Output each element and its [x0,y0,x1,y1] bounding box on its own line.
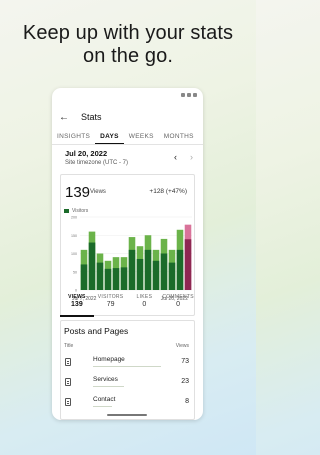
post-row-contact[interactable]: Contact 8 [61,395,194,413]
tab-months[interactable]: MONTHS [159,130,199,144]
chevron-right-icon[interactable]: › [190,152,193,162]
views-count: 139 [65,184,91,201]
views-chart[interactable]: 200 150 100 50 0 [61,215,196,297]
posts-and-pages-card: Posts and Pages Title Views Homepage 73 … [60,320,195,420]
y-tick-label: 100 [71,252,77,256]
visitors-bar [128,249,136,290]
tab-weeks[interactable]: WEEKS [124,130,159,144]
visitors-bar [152,260,160,290]
metric-active-underline [60,315,94,317]
visitors-bar [80,264,88,290]
metric-label: COMMENTS [162,294,194,300]
post-views: 23 [181,378,189,385]
visitors-bar [144,249,152,290]
tab-days[interactable]: DAYS [95,130,124,144]
page-icon [65,378,71,386]
y-tick-label: 50 [73,270,77,274]
visitors-bar [88,242,96,290]
metric-likes[interactable]: LIKES 0 [128,294,162,316]
legend-label: Visitors [72,208,89,214]
y-tick-label: 0 [75,289,77,293]
metric-views[interactable]: VIEWS 139 [60,294,94,316]
metric-value: 79 [106,301,115,308]
visitors-bar [184,239,192,290]
metric-tabs: VIEWS 139 VISITORS 79 LIKES 0 COMMENTS 0 [60,294,195,316]
date-row: Jul 20, 2022 Site timezone (UTC - 7) ‹ › [65,149,197,169]
visitors-bar [176,249,184,290]
y-tick-label: 150 [71,234,77,238]
back-arrow-icon[interactable]: ← [59,112,77,123]
visitors-bar [168,262,176,290]
wifi-icon [187,93,191,97]
column-header-title: Title [64,343,74,349]
views-change: +128 (+47%) [149,188,187,195]
post-views: 73 [181,358,189,365]
tab-insights[interactable]: INSIGHTS [52,130,95,144]
post-row-homepage[interactable]: Homepage 73 [61,355,194,373]
metric-comments[interactable]: COMMENTS 0 [161,294,195,316]
metric-value: 0 [176,301,181,308]
home-indicator [107,414,147,416]
period-tabs: INSIGHTS DAYS WEEKS MONTHS [52,130,203,144]
selected-date: Jul 20, 2022 [65,149,108,158]
visitors-bar [104,268,112,290]
visitors-bar [112,268,120,290]
headline: Keep up with your stats on the go. [0,22,256,68]
headline-line-1: Keep up with your stats [22,22,234,44]
post-views: 8 [185,398,189,405]
metric-label: LIKES [136,294,153,300]
column-header-views: Views [175,343,189,349]
legend-swatch [64,209,69,213]
post-views-bar [93,406,113,407]
post-title[interactable]: Homepage [93,356,125,363]
post-views-bar [93,386,124,387]
site-timezone: Site timezone (UTC - 7) [65,160,129,166]
headline-line-2: on the go. [83,45,173,67]
metric-visitors[interactable]: VISITORS 79 [94,294,128,316]
metric-label: VISITORS [97,294,124,300]
app-bar: ← Stats [52,108,203,126]
tab-divider [52,144,203,145]
app-title: Stats [81,112,102,122]
battery-icon [193,93,197,97]
metric-label: VIEWS [68,294,86,300]
status-bar [181,93,197,97]
phone-screen: ← Stats INSIGHTS DAYS WEEKS MONTHS Jul 2… [52,88,203,420]
chart-legend: Visitors [64,208,88,214]
post-views-bar [93,366,161,367]
signal-icon [181,93,185,97]
metric-value: 139 [71,301,83,308]
visitors-bar [96,262,104,290]
post-title[interactable]: Contact [93,396,115,403]
page-icon [65,398,71,406]
page-icon [65,358,71,366]
post-row-services[interactable]: Services 23 [61,375,194,393]
visitors-bar [136,258,144,290]
y-tick-label: 200 [71,216,77,220]
metric-value: 0 [142,301,147,308]
posts-section-title: Posts and Pages [64,326,129,336]
chevron-left-icon[interactable]: ‹ [174,152,177,162]
visitors-bar [160,253,168,290]
post-title[interactable]: Services [93,376,118,383]
visitors-bar [120,267,128,290]
views-unit: Views [90,189,106,195]
